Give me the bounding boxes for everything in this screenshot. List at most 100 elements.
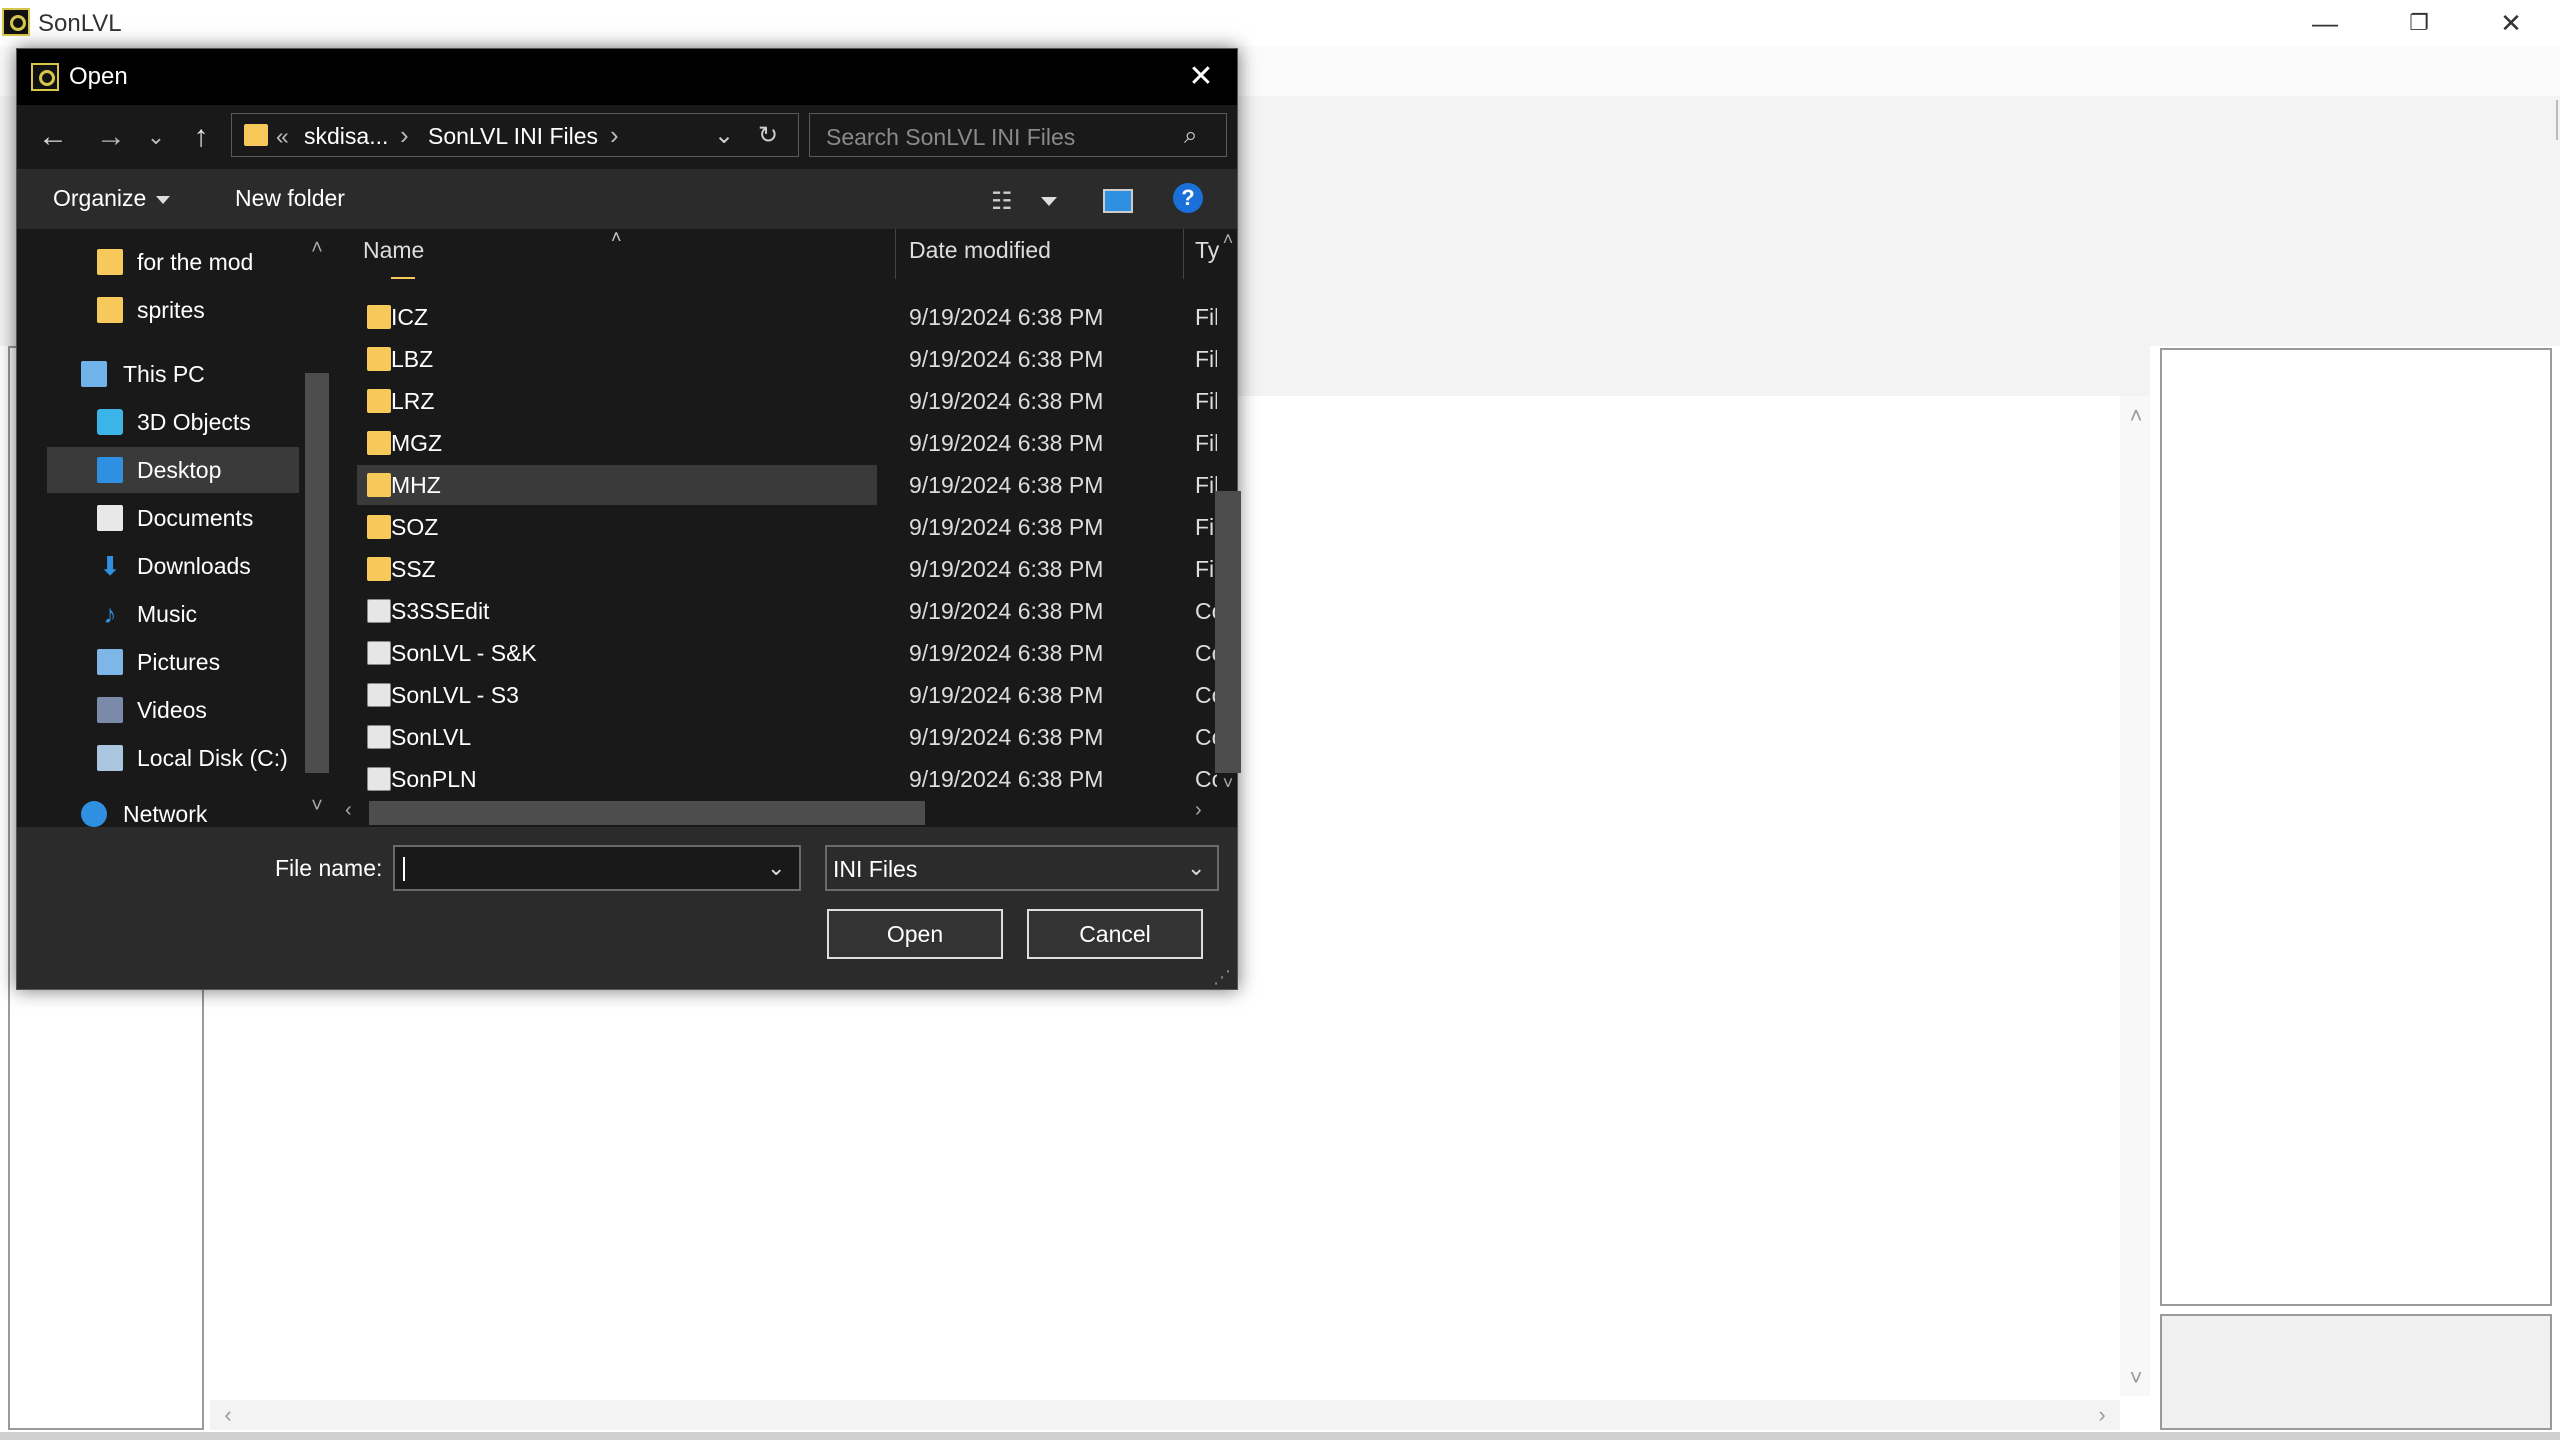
cancel-button[interactable]: Cancel xyxy=(1027,909,1203,959)
nav-item-downloads[interactable]: ⬇ Downloads xyxy=(47,543,317,589)
column-header-type[interactable]: Ty xyxy=(1195,237,1219,264)
app-logo-icon xyxy=(2,8,30,36)
minimize-button[interactable]: — xyxy=(2290,4,2360,42)
file-list-vertical-scrollbar[interactable]: ˄ ˅ xyxy=(1215,229,1241,799)
breadcrumb-chevron-icon[interactable]: › xyxy=(610,120,619,151)
file-list-scroll-thumb[interactable] xyxy=(1215,491,1241,773)
breadcrumb-chevron-icon[interactable]: › xyxy=(400,120,409,151)
nav-item-label: 3D Objects xyxy=(137,409,251,435)
scroll-down-icon[interactable]: ˅ xyxy=(305,795,329,819)
scroll-down-icon[interactable]: ˅ xyxy=(2124,1366,2148,1390)
chevron-down-icon[interactable]: ⌄ xyxy=(1187,855,1205,881)
file-row[interactable]: ICZ xyxy=(357,297,857,337)
nav-item-for-the-mod[interactable]: for the mod xyxy=(47,239,317,285)
resize-grip-icon[interactable]: ⋰ xyxy=(1213,967,1231,988)
breadcrumb-skdisa[interactable]: skdisa... xyxy=(304,123,388,150)
search-input[interactable]: Search SonLVL INI Files xyxy=(826,124,1075,151)
column-divider[interactable] xyxy=(1183,229,1184,279)
file-date-modified: 9/19/2024 6:38 PM xyxy=(909,766,1104,792)
recent-locations-chevron-icon[interactable]: ⌄ xyxy=(141,117,171,157)
file-row[interactable]: SonLVL xyxy=(357,717,857,757)
file-date-modified: 9/19/2024 6:38 PM xyxy=(909,304,1104,330)
network-icon xyxy=(81,801,107,827)
file-type-select[interactable]: INI Files ⌄ xyxy=(825,845,1219,891)
file-type: Fil xyxy=(1195,514,1217,540)
scroll-down-icon[interactable]: ˅ xyxy=(1217,773,1239,794)
horizontal-scroll-thumb[interactable] xyxy=(369,801,925,825)
file-row[interactable]: MHZ xyxy=(357,465,877,505)
nav-item-3d-objects[interactable]: 3D Objects xyxy=(47,399,317,445)
file-row[interactable]: SonLVL - S3 xyxy=(357,675,857,715)
help-icon[interactable]: ? xyxy=(1173,183,1203,213)
column-divider[interactable] xyxy=(895,229,896,279)
address-bar[interactable]: « skdisa... › SonLVL INI Files › ⌄ ↻ xyxy=(231,113,799,157)
config-file-icon xyxy=(367,683,391,707)
file-name: SonLVL xyxy=(391,724,472,750)
file-row[interactable]: SonPLN xyxy=(357,759,857,799)
file-row[interactable]: MGZ xyxy=(357,423,857,463)
folder-icon xyxy=(367,515,391,539)
file-type: Fil xyxy=(1195,346,1217,372)
refresh-icon[interactable]: ↻ xyxy=(758,121,778,150)
open-button[interactable]: Open xyxy=(827,909,1003,959)
nav-item-label: Music xyxy=(137,601,198,627)
nav-item-label: Videos xyxy=(137,697,207,723)
search-box[interactable]: Search SonLVL INI Files ⌕ xyxy=(809,113,1227,157)
preview-pane-icon[interactable] xyxy=(1103,189,1133,213)
file-name: MHZ xyxy=(391,472,441,498)
file-row[interactable]: SSZ xyxy=(357,549,857,589)
address-dropdown-icon[interactable]: ⌄ xyxy=(714,121,734,150)
navpane-scroll-thumb[interactable] xyxy=(305,373,329,773)
nav-item-this-pc[interactable]: This PC xyxy=(47,351,317,397)
document-icon xyxy=(97,505,123,531)
view-dropdown-icon[interactable] xyxy=(1041,197,1057,206)
file-row[interactable]: LBZ xyxy=(357,339,857,379)
restore-button[interactable]: ❐ xyxy=(2384,4,2454,42)
nav-item-videos[interactable]: Videos xyxy=(47,687,317,733)
nav-item-label: Documents xyxy=(137,505,254,531)
video-icon xyxy=(97,697,123,723)
file-row[interactable]: LRZ xyxy=(357,381,857,421)
up-arrow-icon[interactable]: ↑ xyxy=(181,117,221,157)
navpane-scrollbar[interactable]: ˄ ˅ xyxy=(299,229,335,827)
view-options-icon[interactable]: ☷ xyxy=(991,187,1013,216)
scroll-up-icon[interactable]: ˄ xyxy=(1217,229,1239,250)
file-row[interactable]: SOZ xyxy=(357,507,857,547)
search-icon[interactable]: ⌕ xyxy=(1184,122,1208,149)
breadcrumb-sonlvl-ini-files[interactable]: SonLVL INI Files xyxy=(428,123,598,150)
chevron-down-icon[interactable]: ⌄ xyxy=(767,855,785,881)
close-icon[interactable]: ✕ xyxy=(1177,57,1225,97)
file-type: Fil xyxy=(1195,472,1217,498)
app-title: SonLVL xyxy=(38,10,122,37)
scroll-up-icon[interactable]: ˄ xyxy=(305,237,329,261)
address-overflow[interactable]: « xyxy=(276,123,289,150)
app-close-button[interactable]: ✕ xyxy=(2476,4,2546,42)
nav-item-pictures[interactable]: Pictures xyxy=(47,639,317,685)
nav-item-music[interactable]: ♪ Music xyxy=(47,591,317,637)
file-name-input[interactable]: ⌄ xyxy=(393,845,801,891)
nav-item-documents[interactable]: Documents xyxy=(47,495,317,541)
canvas-vertical-scrollbar[interactable] xyxy=(2120,396,2150,1396)
column-header-name[interactable]: Name xyxy=(363,237,424,264)
file-row[interactable]: S3SSEdit xyxy=(357,591,857,631)
file-name: SonPLN xyxy=(391,766,477,792)
scroll-right-icon[interactable]: › xyxy=(1195,799,1202,822)
config-file-icon xyxy=(367,641,391,665)
nav-item-sprites[interactable]: sprites xyxy=(47,287,317,333)
back-arrow-icon[interactable]: ← xyxy=(33,117,73,157)
file-list-horizontal-scrollbar[interactable]: ‹ › xyxy=(335,797,1219,827)
new-folder-button[interactable]: New folder xyxy=(235,185,345,212)
scroll-left-icon[interactable]: ‹ xyxy=(345,799,352,822)
scroll-up-icon[interactable]: ˄ xyxy=(2124,404,2148,428)
canvas-horizontal-scrollbar[interactable] xyxy=(210,1400,2120,1430)
scroll-right-icon[interactable]: › xyxy=(2090,1402,2114,1428)
organize-button[interactable]: Organize xyxy=(53,185,171,212)
nav-item-network[interactable]: Network xyxy=(47,799,317,827)
scroll-left-icon[interactable]: ‹ xyxy=(216,1402,240,1428)
nav-item-desktop[interactable]: Desktop xyxy=(47,447,309,493)
forward-arrow-icon[interactable]: → xyxy=(91,117,131,157)
nav-item-local-disk[interactable]: Local Disk (C:) xyxy=(47,735,317,781)
column-header-date-modified[interactable]: Date modified xyxy=(909,237,1051,264)
file-type: Co xyxy=(1195,766,1217,792)
file-row[interactable]: SonLVL - S&K xyxy=(357,633,857,673)
